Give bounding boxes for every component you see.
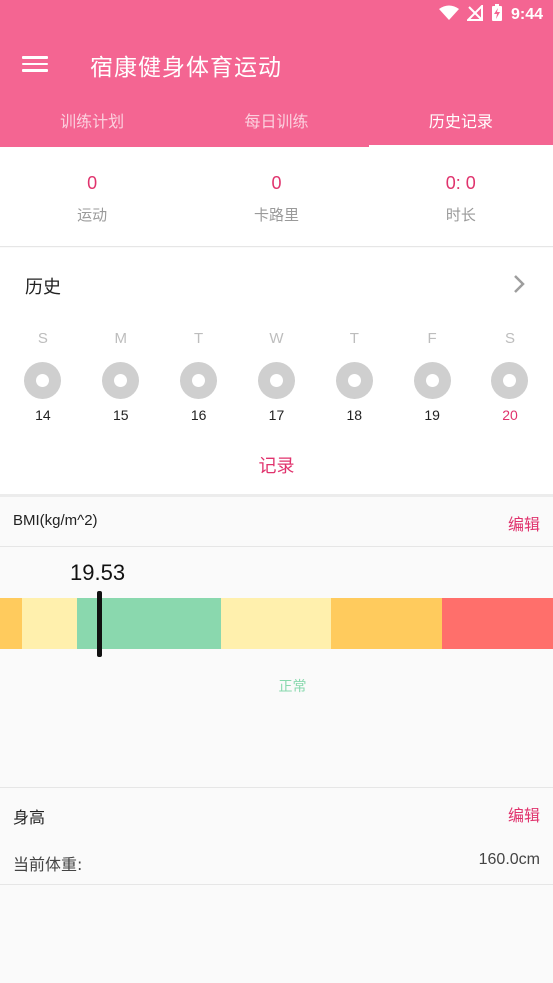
day-progress-icon <box>491 362 529 399</box>
stat-value: 0 <box>87 173 98 193</box>
weekday-label: M <box>114 330 128 347</box>
section-divider <box>0 494 553 497</box>
bmi-card: BMI(kg/m^2) 编辑 19.53 正常 <box>0 498 553 786</box>
bmi-edit-button[interactable]: 编辑 <box>508 511 540 535</box>
tab-daily-training[interactable]: 每日训练 <box>184 98 368 147</box>
day-date: 16 <box>190 407 207 423</box>
bmi-status: 正常 <box>278 679 307 695</box>
day-item[interactable]: S 14 <box>13 330 73 423</box>
day-date: 19 <box>424 407 440 423</box>
app-title: 宿康健身体育运动 <box>90 55 282 81</box>
day-item[interactable]: T 16 <box>169 330 229 423</box>
status-bar: 9:44 <box>0 0 553 30</box>
day-date: 18 <box>346 407 363 423</box>
day-progress-icon <box>180 362 218 399</box>
stat-duration: 0: 0 时长 <box>369 147 553 246</box>
bmi-value: 19.53 <box>70 560 126 585</box>
weekday-label: F <box>427 330 437 347</box>
app-bar: 宿康健身体育运动 <box>0 30 553 98</box>
day-progress-icon <box>24 362 62 399</box>
day-progress-icon <box>102 362 140 399</box>
stat-exercise: 0 运动 <box>0 147 184 246</box>
chevron-right-icon[interactable] <box>509 272 529 296</box>
day-date: 15 <box>112 407 129 423</box>
stat-calories: 0 卡路里 <box>184 147 368 246</box>
day-item[interactable]: W 17 <box>246 330 306 423</box>
bmi-marker <box>97 591 102 657</box>
height-edit-button[interactable]: 编辑 <box>508 802 540 826</box>
day-progress-icon <box>413 362 451 399</box>
bmi-scale-bar <box>0 598 553 649</box>
stat-label: 时长 <box>445 206 476 224</box>
tab-history-records[interactable]: 历史记录 <box>368 98 553 148</box>
tab-training-plan[interactable]: 训练计划 <box>0 98 184 147</box>
day-date: 20 <box>502 407 518 423</box>
status-time: 9:44 <box>510 6 543 23</box>
weekday-label: S <box>37 330 48 347</box>
day-item[interactable]: T 18 <box>324 330 384 423</box>
day-progress-icon <box>257 362 295 399</box>
day-progress-icon <box>335 362 373 399</box>
body-measurements: 身高 编辑 当前体重: 160.0cm <box>0 787 553 885</box>
battery-charging-icon <box>491 4 503 26</box>
stat-value: 0 <box>271 173 282 193</box>
current-weight-label: 当前体重: <box>13 855 83 874</box>
bmi-segment-overweight-light <box>221 598 331 649</box>
stats-summary: 0 运动 0 卡路里 0: 0 时长 <box>0 147 553 247</box>
bmi-segment-overweight <box>331 598 442 649</box>
tab-bar: 训练计划 每日训练 历史记录 <box>0 98 553 148</box>
stat-label: 运动 <box>77 206 108 224</box>
weekday-label: T <box>194 330 204 347</box>
day-item-today[interactable]: S 20 <box>480 330 540 423</box>
height-title: 身高 <box>13 808 46 827</box>
week-days: S 14 M 15 T 16 W 17 T 18 F 19 S 20 <box>0 330 553 423</box>
weekday-label: W <box>269 330 284 347</box>
day-item[interactable]: M 15 <box>91 330 151 423</box>
bmi-title: BMI(kg/m^2) <box>13 512 98 529</box>
current-weight-value: 160.0cm <box>478 851 540 868</box>
history-card: 历史 S 14 M 15 T 16 W 17 T 18 F 19 S 20 记录 <box>0 248 553 494</box>
wifi-icon <box>438 5 459 25</box>
history-title: 历史 <box>25 277 61 298</box>
stat-label: 卡路里 <box>253 206 299 224</box>
bmi-header: BMI(kg/m^2) 编辑 <box>0 498 553 547</box>
day-date: 17 <box>268 407 285 423</box>
weekday-label: T <box>349 330 359 347</box>
bmi-segment-obese <box>442 598 553 649</box>
record-link[interactable]: 记录 <box>0 452 553 478</box>
weekday-label: S <box>504 330 515 347</box>
menu-icon[interactable] <box>22 52 48 76</box>
bmi-segment-underweight-severe <box>0 598 22 649</box>
no-signal-icon <box>465 3 483 25</box>
day-item[interactable]: F 19 <box>402 330 462 423</box>
stat-value: 0: 0 <box>445 173 476 193</box>
bmi-segment-underweight <box>22 598 77 649</box>
day-date: 14 <box>35 407 51 423</box>
